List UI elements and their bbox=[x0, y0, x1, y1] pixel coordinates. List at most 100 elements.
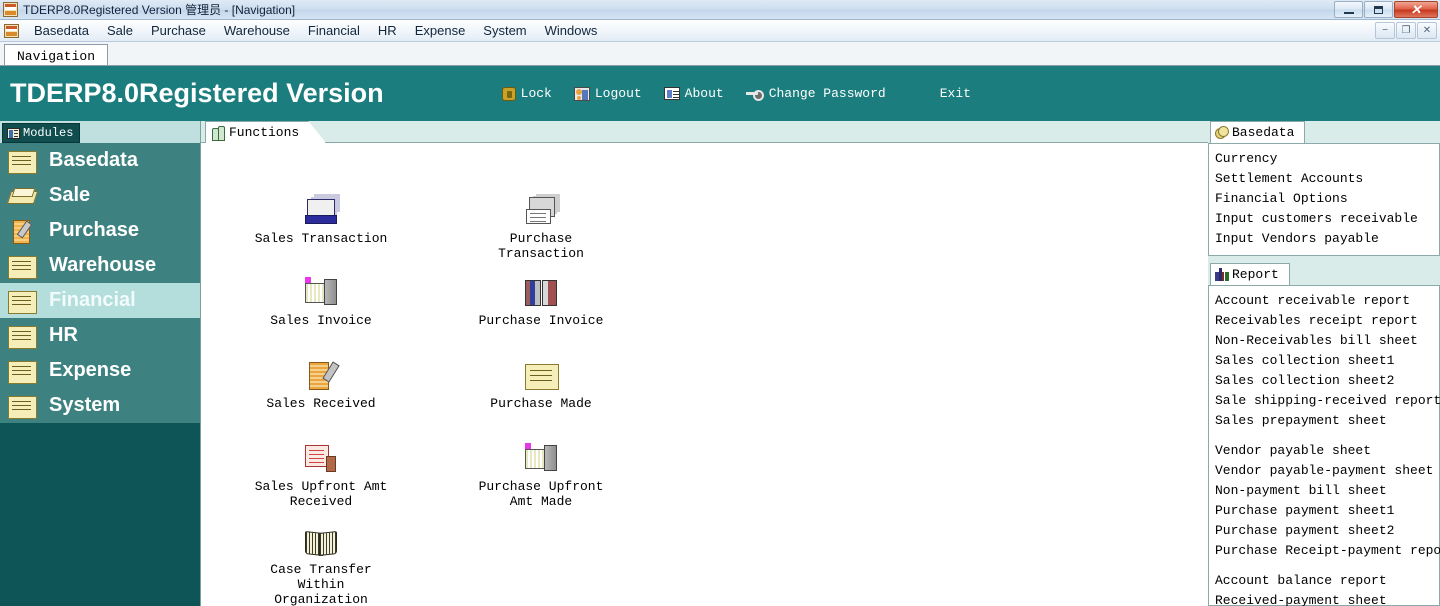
tab-functions[interactable]: Functions bbox=[205, 121, 326, 143]
function-case-transfer-within-organization[interactable]: Case Transfer Within Organization bbox=[236, 514, 406, 606]
menu-item-expense[interactable]: Expense bbox=[406, 21, 475, 40]
list-item[interactable]: Vendor payable-payment sheet bbox=[1215, 461, 1439, 481]
menu-item-system[interactable]: System bbox=[474, 21, 535, 40]
mdi-close-button[interactable]: ✕ bbox=[1417, 22, 1437, 39]
list-item[interactable]: Receivables receipt report bbox=[1215, 311, 1439, 331]
icon-wrap bbox=[236, 431, 406, 473]
about-button[interactable]: About bbox=[663, 86, 724, 101]
menu-item-windows[interactable]: Windows bbox=[536, 21, 607, 40]
function-label: Purchase Made bbox=[490, 396, 592, 411]
list-item[interactable]: Currency bbox=[1215, 149, 1439, 169]
list-item[interactable]: Sales collection sheet1 bbox=[1215, 351, 1439, 371]
purchase-made-icon bbox=[525, 362, 559, 390]
list-item[interactable]: Purchase Receipt-payment report bbox=[1215, 541, 1440, 561]
function-sales-transaction[interactable]: Sales Transaction bbox=[236, 183, 406, 246]
list-item[interactable]: Account receivable report bbox=[1215, 291, 1439, 311]
spark-icon bbox=[525, 443, 531, 449]
function-purchase-upfront-amt-made[interactable]: Purchase Upfront Amt Made bbox=[456, 431, 626, 509]
mdi-child-controls: − ❐ ✕ bbox=[1375, 22, 1437, 39]
menu-item-basedata[interactable]: Basedata bbox=[25, 21, 98, 40]
list-item[interactable]: Financial Options bbox=[1215, 189, 1439, 209]
menu-item-purchase[interactable]: Purchase bbox=[142, 21, 215, 40]
tab-modules[interactable]: Modules bbox=[2, 123, 81, 143]
sidebar-item-expense[interactable]: Expense bbox=[0, 353, 200, 388]
list-separator bbox=[1215, 561, 1439, 571]
function-purchase-made[interactable]: Purchase Made bbox=[456, 348, 626, 411]
tab-navigation[interactable]: Navigation bbox=[4, 44, 109, 65]
tab-report[interactable]: Report bbox=[1210, 263, 1290, 285]
folder-icon bbox=[8, 289, 37, 314]
lock-button[interactable]: Lock bbox=[501, 86, 552, 101]
purchase-invoice-icon bbox=[523, 277, 559, 307]
function-purchase-transaction[interactable]: Purchase Transaction bbox=[456, 183, 626, 261]
list-item[interactable]: Sales prepayment sheet bbox=[1215, 411, 1439, 431]
sidebar-item-warehouse[interactable]: Warehouse bbox=[0, 248, 200, 283]
lock-label: Lock bbox=[520, 86, 552, 101]
exit-button[interactable]: Exit bbox=[940, 86, 971, 101]
mdi-restore-button[interactable]: ❐ bbox=[1396, 22, 1416, 39]
folder-icon bbox=[8, 254, 37, 279]
list-item[interactable]: Sales collection sheet2 bbox=[1215, 371, 1439, 391]
erp-application-window: TDERP8.0Registered Version 管理员 - [Naviga… bbox=[0, 0, 1440, 606]
icon-wrap bbox=[236, 348, 406, 390]
list-item[interactable]: Settlement Accounts bbox=[1215, 169, 1439, 189]
erp-mdi-icon[interactable] bbox=[4, 23, 19, 38]
purchase-transaction-icon bbox=[523, 195, 559, 225]
sidebar-item-label: HR bbox=[49, 324, 78, 346]
about-label: About bbox=[684, 86, 724, 101]
sidebar-item-hr[interactable]: HR bbox=[0, 318, 200, 353]
report-tab-strip: Report bbox=[1208, 263, 1440, 285]
sales-received-icon bbox=[305, 360, 337, 390]
functions-tab-strip: Functions bbox=[201, 121, 1209, 143]
sidebar-item-basedata[interactable]: Basedata bbox=[0, 143, 200, 178]
right-panels: Basedata Currency Settlement Accounts Fi… bbox=[1208, 121, 1440, 606]
sidebar-item-label: Purchase bbox=[49, 219, 140, 241]
report-tab-label: Report bbox=[1232, 267, 1279, 282]
change-password-button[interactable]: Change Password bbox=[745, 86, 886, 101]
folder-icon bbox=[8, 394, 37, 419]
sidebar-item-label: Sale bbox=[49, 184, 91, 206]
maximize-button[interactable] bbox=[1364, 1, 1393, 18]
list-item[interactable]: Sale shipping-received report bbox=[1215, 391, 1440, 411]
minimize-icon bbox=[1343, 11, 1354, 14]
icon-wrap bbox=[236, 514, 406, 556]
mdi-minimize-button[interactable]: − bbox=[1375, 22, 1395, 39]
list-item[interactable]: Vendor payable sheet bbox=[1215, 441, 1439, 461]
sidebar-item-financial[interactable]: Financial bbox=[0, 283, 200, 318]
logout-label: Logout bbox=[594, 86, 642, 101]
function-sales-invoice[interactable]: Sales Invoice bbox=[236, 265, 406, 328]
folder-icon bbox=[8, 324, 37, 349]
close-button[interactable]: ✕ bbox=[1394, 1, 1438, 18]
logout-button[interactable]: Logout bbox=[573, 86, 642, 101]
list-item[interactable]: Input Vendors payable bbox=[1215, 229, 1439, 249]
list-item[interactable]: Received-payment sheet bbox=[1215, 591, 1439, 606]
main-menu-bar: Basedata Sale Purchase Warehouse Financi… bbox=[0, 20, 1440, 42]
list-item[interactable]: Purchase payment sheet2 bbox=[1215, 521, 1439, 541]
menu-item-warehouse[interactable]: Warehouse bbox=[215, 21, 299, 40]
folder-icon bbox=[8, 149, 37, 174]
banner-toolbar: Lock Logout About Change Password Exit bbox=[501, 86, 971, 101]
minimize-button[interactable] bbox=[1334, 1, 1363, 18]
menu-item-sale[interactable]: Sale bbox=[98, 21, 142, 40]
function-purchase-invoice[interactable]: Purchase Invoice bbox=[456, 265, 626, 328]
list-item[interactable]: Account balance report bbox=[1215, 571, 1439, 591]
sidebar-item-system[interactable]: System bbox=[0, 388, 200, 423]
sidebar-item-purchase[interactable]: Purchase bbox=[0, 213, 200, 248]
grid-icon bbox=[7, 127, 20, 139]
key-icon bbox=[745, 89, 764, 101]
function-label: Purchase Transaction bbox=[498, 231, 584, 261]
list-item[interactable]: Non-payment bill sheet bbox=[1215, 481, 1439, 501]
function-sales-received[interactable]: Sales Received bbox=[236, 348, 406, 411]
list-item[interactable]: Non-Receivables bill sheet bbox=[1215, 331, 1439, 351]
list-item[interactable]: Purchase payment sheet1 bbox=[1215, 501, 1439, 521]
menu-item-hr[interactable]: HR bbox=[369, 21, 406, 40]
functions-icon bbox=[212, 126, 225, 140]
sales-transaction-icon bbox=[303, 195, 339, 225]
tab-basedata[interactable]: Basedata bbox=[1210, 121, 1306, 143]
sidebar-item-sale[interactable]: Sale bbox=[0, 178, 200, 213]
function-sales-upfront-amt-received[interactable]: Sales Upfront Amt Received bbox=[236, 431, 406, 509]
menu-item-financial[interactable]: Financial bbox=[299, 21, 369, 40]
list-item[interactable]: Input customers receivable bbox=[1215, 209, 1439, 229]
function-label: Sales Upfront Amt Received bbox=[254, 479, 388, 509]
function-label: Sales Received bbox=[266, 396, 376, 411]
